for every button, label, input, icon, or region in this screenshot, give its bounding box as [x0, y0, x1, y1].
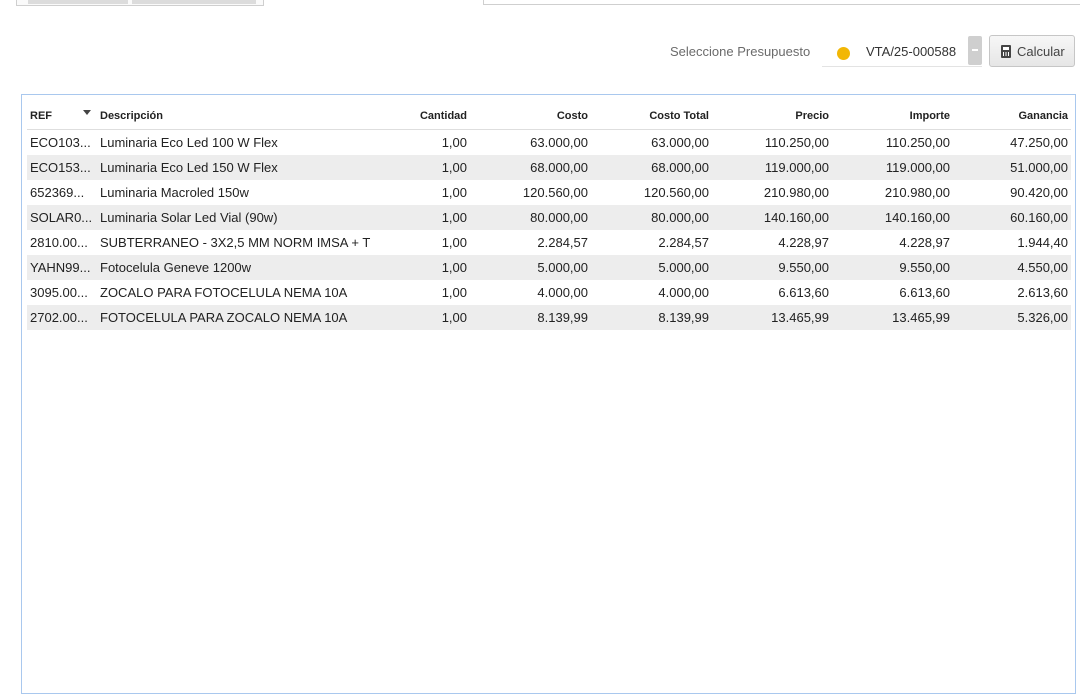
- costo-cell[interactable]: 68.000,00: [470, 155, 591, 180]
- descripcion-cell[interactable]: Luminaria Eco Led 150 W Flex: [97, 155, 390, 180]
- importe-cell[interactable]: 119.000,00: [832, 155, 953, 180]
- table-row[interactable]: SOLAR0... Luminaria Solar Led Vial (90w) 1…: [27, 205, 1071, 230]
- precio-cell[interactable]: 119.000,00: [712, 155, 832, 180]
- cantidad-cell[interactable]: 1,00: [390, 230, 470, 255]
- costo-cell[interactable]: 8.139,99: [470, 305, 591, 330]
- cantidad-cell[interactable]: 1,00: [390, 180, 470, 205]
- calculate-button[interactable]: Calcular: [989, 35, 1075, 67]
- ganancia-cell[interactable]: 51.000,00: [953, 155, 1071, 180]
- cantidad-cell[interactable]: 1,00: [390, 305, 470, 330]
- costo-total-cell[interactable]: 4.000,00: [591, 280, 712, 305]
- precio-cell[interactable]: 4.228,97: [712, 230, 832, 255]
- table-row[interactable]: YAHN99... Fotocelula Geneve 1200w 1,00 5.00…: [27, 255, 1071, 280]
- cantidad-cell[interactable]: 1,00: [390, 130, 470, 156]
- descripcion-cell[interactable]: ZOCALO PARA FOTOCELULA NEMA 10A: [97, 280, 390, 305]
- table-row[interactable]: ECO103... Luminaria Eco Led 100 W Flex 1,0…: [27, 130, 1071, 156]
- budget-lines-grid: REF Descripción Cantidad Costo Costo Tot…: [21, 94, 1076, 694]
- table-row[interactable]: 3095.00... ZOCALO PARA FOTOCELULA NEMA 10…: [27, 280, 1071, 305]
- ganancia-cell[interactable]: 2.613,60: [953, 280, 1071, 305]
- ganancia-cell[interactable]: 90.420,00: [953, 180, 1071, 205]
- precio-cell[interactable]: 13.465,99: [712, 305, 832, 330]
- costo-cell[interactable]: 2.284,57: [470, 230, 591, 255]
- table-header-row: REF Descripción Cantidad Costo Costo Tot…: [27, 103, 1071, 130]
- calculator-icon: [1001, 45, 1011, 58]
- table-row[interactable]: 652369... Luminaria Macroled 150w 1,00 120.…: [27, 180, 1071, 205]
- descripcion-cell[interactable]: FOTOCELULA PARA ZOCALO NEMA 10A: [97, 305, 390, 330]
- column-header-costo[interactable]: Costo: [470, 103, 591, 130]
- ref-cell[interactable]: 652369...: [27, 180, 97, 205]
- costo-total-cell[interactable]: 8.139,99: [591, 305, 712, 330]
- costo-total-cell[interactable]: 5.000,00: [591, 255, 712, 280]
- costo-cell[interactable]: 120.560,00: [470, 180, 591, 205]
- budget-selector-label: Seleccione Presupuesto: [670, 44, 811, 59]
- costo-total-cell[interactable]: 2.284,57: [591, 230, 712, 255]
- column-header-ref[interactable]: REF: [27, 103, 97, 130]
- ref-cell[interactable]: 2702.00...: [27, 305, 97, 330]
- ref-cell[interactable]: YAHN99...: [27, 255, 97, 280]
- top-tab-bar: [0, 0, 1080, 6]
- importe-cell[interactable]: 210.980,00: [832, 180, 953, 205]
- sort-arrow-icon[interactable]: [83, 110, 91, 115]
- precio-cell[interactable]: 140.160,00: [712, 205, 832, 230]
- tab-2[interactable]: [132, 0, 256, 4]
- costo-total-cell[interactable]: 68.000,00: [591, 155, 712, 180]
- ganancia-cell[interactable]: 1.944,40: [953, 230, 1071, 255]
- descripcion-cell[interactable]: Luminaria Macroled 150w: [97, 180, 390, 205]
- descripcion-cell[interactable]: SUBTERRANEO - 3X2,5 MM NORM IMSA + T: [97, 230, 390, 255]
- ref-cell[interactable]: ECO153...: [27, 155, 97, 180]
- importe-cell[interactable]: 13.465,99: [832, 305, 953, 330]
- importe-cell[interactable]: 6.613,60: [832, 280, 953, 305]
- dropdown-toggle-icon[interactable]: [968, 36, 982, 65]
- importe-cell[interactable]: 9.550,00: [832, 255, 953, 280]
- ref-cell[interactable]: 2810.00...: [27, 230, 97, 255]
- descripcion-cell[interactable]: Luminaria Solar Led Vial (90w): [97, 205, 390, 230]
- ganancia-cell[interactable]: 47.250,00: [953, 130, 1071, 156]
- importe-cell[interactable]: 4.228,97: [832, 230, 953, 255]
- content-border: [483, 0, 1080, 5]
- table-row[interactable]: 2810.00... SUBTERRANEO - 3X2,5 MM NORM IM…: [27, 230, 1071, 255]
- ganancia-cell[interactable]: 60.160,00: [953, 205, 1071, 230]
- precio-cell[interactable]: 110.250,00: [712, 130, 832, 156]
- cantidad-cell[interactable]: 1,00: [390, 255, 470, 280]
- costo-total-cell[interactable]: 63.000,00: [591, 130, 712, 156]
- status-dot-icon: [837, 47, 850, 60]
- calculate-button-label: Calcular: [1017, 44, 1065, 59]
- column-header-descripcion[interactable]: Descripción: [97, 103, 390, 130]
- precio-cell[interactable]: 9.550,00: [712, 255, 832, 280]
- cantidad-cell[interactable]: 1,00: [390, 280, 470, 305]
- tab-1[interactable]: [28, 0, 128, 4]
- importe-cell[interactable]: 110.250,00: [832, 130, 953, 156]
- cantidad-cell[interactable]: 1,00: [390, 205, 470, 230]
- costo-cell[interactable]: 63.000,00: [470, 130, 591, 156]
- table-row[interactable]: ECO153... Luminaria Eco Led 150 W Flex 1,0…: [27, 155, 1071, 180]
- budget-selector[interactable]: VTA/25-000588: [822, 36, 982, 67]
- budget-lines-table: REF Descripción Cantidad Costo Costo Tot…: [27, 103, 1071, 330]
- ganancia-cell[interactable]: 5.326,00: [953, 305, 1071, 330]
- costo-cell[interactable]: 80.000,00: [470, 205, 591, 230]
- column-header-importe[interactable]: Importe: [832, 103, 953, 130]
- selected-budget-value: VTA/25-000588: [866, 44, 957, 59]
- costo-total-cell[interactable]: 120.560,00: [591, 180, 712, 205]
- table-row[interactable]: 2702.00... FOTOCELULA PARA ZOCALO NEMA 10…: [27, 305, 1071, 330]
- precio-cell[interactable]: 210.980,00: [712, 180, 832, 205]
- ref-cell[interactable]: 3095.00...: [27, 280, 97, 305]
- column-header-cantidad[interactable]: Cantidad: [390, 103, 470, 130]
- costo-cell[interactable]: 5.000,00: [470, 255, 591, 280]
- ref-cell[interactable]: SOLAR0...: [27, 205, 97, 230]
- ganancia-cell[interactable]: 4.550,00: [953, 255, 1071, 280]
- column-header-precio[interactable]: Precio: [712, 103, 832, 130]
- cantidad-cell[interactable]: 1,00: [390, 155, 470, 180]
- precio-cell[interactable]: 6.613,60: [712, 280, 832, 305]
- descripcion-cell[interactable]: Fotocelula Geneve 1200w: [97, 255, 390, 280]
- column-header-ganancia[interactable]: Ganancia: [953, 103, 1071, 130]
- importe-cell[interactable]: 140.160,00: [832, 205, 953, 230]
- costo-cell[interactable]: 4.000,00: [470, 280, 591, 305]
- descripcion-cell[interactable]: Luminaria Eco Led 100 W Flex: [97, 130, 390, 156]
- column-header-costo-total[interactable]: Costo Total: [591, 103, 712, 130]
- costo-total-cell[interactable]: 80.000,00: [591, 205, 712, 230]
- ref-cell[interactable]: ECO103...: [27, 130, 97, 156]
